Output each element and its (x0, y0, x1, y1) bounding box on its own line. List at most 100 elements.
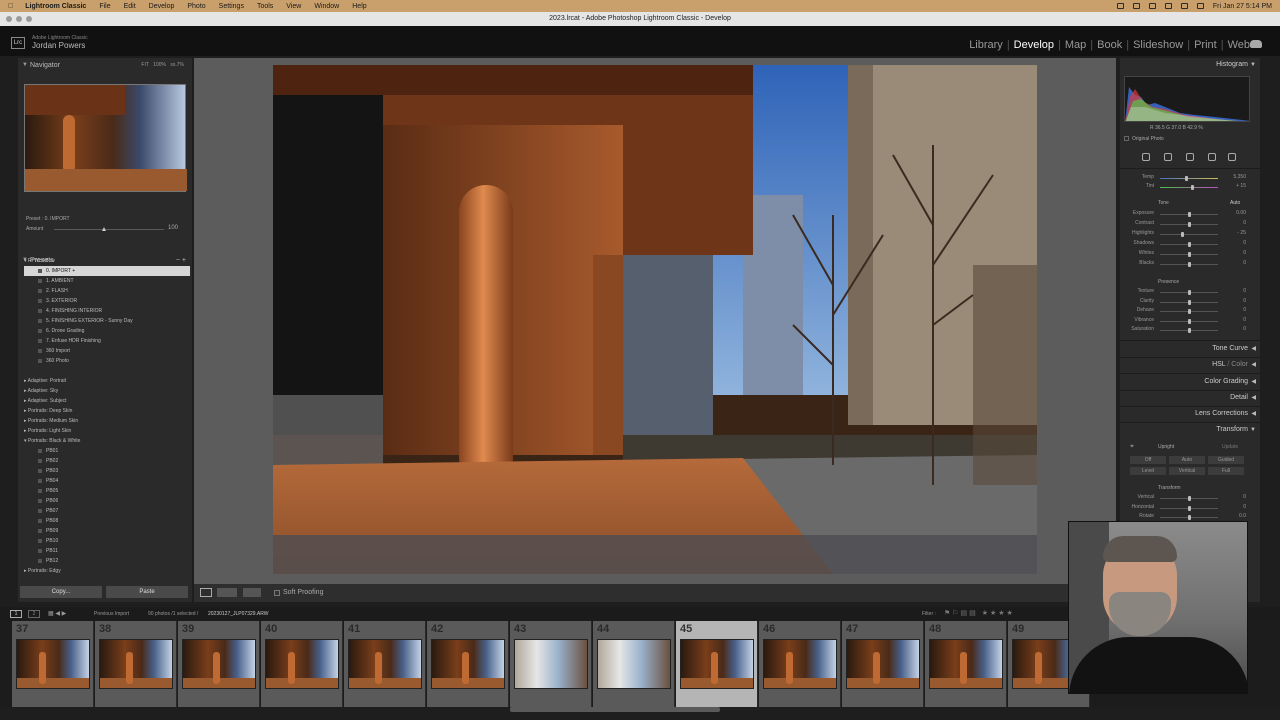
preset-item[interactable]: PB12 (24, 556, 190, 566)
preset-item[interactable]: 4. FINISHING INTERIOR (24, 306, 190, 316)
detail-header[interactable]: Detail ◀ (1120, 391, 1260, 405)
preset-group[interactable]: ▾ RI Workflow (24, 256, 190, 266)
before-after-icon[interactable] (217, 588, 237, 597)
filmstrip-thumbnail[interactable] (929, 639, 1003, 689)
preset-item[interactable]: PB04 (24, 476, 190, 486)
histogram-header[interactable]: Histogram ▼ (1120, 58, 1260, 72)
hsl-color-header[interactable]: HSL / Color ◀ (1120, 358, 1260, 372)
filmstrip-cell[interactable]: 38 (95, 621, 177, 707)
filter-flags-icon[interactable]: ⚑⚐▤▤ ★★★★ (944, 609, 1015, 617)
slider-knob[interactable] (1188, 328, 1191, 333)
filmstrip-thumbnail[interactable] (597, 639, 671, 689)
navigator-header[interactable]: ▼ Navigator FIT 100% ss.7% (18, 59, 192, 72)
preset-item[interactable]: 3. EXTERIOR (24, 296, 190, 306)
slider-value[interactable]: 0 (1226, 250, 1246, 256)
upright-guided-button[interactable]: Guided (1208, 456, 1244, 464)
preset-item[interactable]: PB01 (24, 446, 190, 456)
preset-item[interactable]: PB07 (24, 506, 190, 516)
paste-button[interactable]: Paste (106, 586, 188, 598)
guided-upright-icon[interactable]: ⌖ (1130, 443, 1134, 451)
filmstrip-source[interactable]: Previous Import (94, 611, 129, 617)
upright-vertical-button[interactable]: Vertical (1169, 467, 1205, 475)
filmstrip-thumbnail[interactable] (16, 639, 90, 689)
filmstrip-thumbnail[interactable] (431, 639, 505, 689)
minimize-window-button[interactable] (16, 16, 22, 22)
filmstrip-cell[interactable]: 44 (593, 621, 675, 707)
module-print[interactable]: Print (1190, 39, 1221, 51)
preset-item[interactable]: PB02 (24, 456, 190, 466)
original-photo-checkbox[interactable] (1124, 136, 1129, 141)
expand-triangle-icon[interactable]: ◀ (1251, 407, 1256, 421)
filmstrip-cell[interactable]: 39 (178, 621, 260, 707)
amount-slider-knob[interactable] (102, 227, 106, 231)
filmstrip-cell[interactable]: 47 (842, 621, 924, 707)
collapse-triangle-icon[interactable]: ▼ (1250, 423, 1256, 437)
control-center-icon[interactable] (1196, 3, 1204, 9)
tint-value[interactable]: + 15 (1226, 183, 1246, 189)
status-icon[interactable] (1116, 3, 1124, 9)
preset-item[interactable]: 0. IMPORT + (24, 266, 190, 276)
filmstrip-thumbnail[interactable] (846, 639, 920, 689)
zoom-window-button[interactable] (26, 16, 32, 22)
close-window-button[interactable] (6, 16, 12, 22)
filmstrip-cell[interactable]: 42 (427, 621, 509, 707)
menu-app[interactable]: Lightroom Classic (25, 3, 86, 10)
filmstrip-cell[interactable]: 40 (261, 621, 343, 707)
module-book[interactable]: Book (1093, 39, 1126, 51)
filmstrip-thumbnail[interactable] (99, 639, 173, 689)
preset-item[interactable]: 7. Enfuse HDR Finishing (24, 336, 190, 346)
adjustment-slider[interactable] (1160, 234, 1218, 235)
slider-value[interactable]: 0 (1226, 494, 1246, 500)
slider-value[interactable]: 0.0 (1226, 513, 1246, 519)
color-grading-header[interactable]: Color Grading ◀ (1120, 375, 1260, 389)
preset-group[interactable]: ▸ Adaptive: Subject (24, 396, 190, 406)
tint-slider[interactable] (1160, 187, 1218, 188)
navigator-preview[interactable] (24, 84, 187, 192)
filmstrip-cell[interactable]: 41 (344, 621, 426, 707)
preset-item[interactable]: PB10 (24, 536, 190, 546)
search-icon[interactable] (1180, 3, 1188, 9)
expand-triangle-icon[interactable]: ◀ (1251, 391, 1256, 405)
copy-button[interactable]: Copy... (20, 586, 102, 598)
menu-tools[interactable]: Tools (257, 3, 273, 10)
healing-icon[interactable] (1186, 153, 1194, 161)
filmstrip-thumbnail[interactable] (680, 639, 754, 689)
preset-group[interactable]: ▸ Portraits: Edgy (24, 566, 190, 576)
slider-knob[interactable] (1188, 212, 1191, 217)
histogram[interactable] (1124, 76, 1250, 122)
slider-knob[interactable] (1188, 299, 1191, 305)
soft-proofing-checkbox[interactable] (274, 590, 280, 596)
navigator-zoom-levels[interactable]: FIT 100% ss.7% (141, 59, 184, 72)
expand-triangle-icon[interactable]: ◀ (1251, 342, 1256, 356)
collapse-triangle-icon[interactable]: ▼ (22, 59, 28, 72)
upright-level-button[interactable]: Level (1130, 467, 1166, 475)
menu-window[interactable]: Window (314, 3, 339, 10)
filmstrip-cell[interactable]: 43 (510, 621, 592, 707)
filmstrip-thumbnail[interactable] (514, 639, 588, 689)
slider-knob[interactable] (1188, 290, 1191, 295)
upright-off-button[interactable]: Off (1130, 456, 1166, 464)
status-icon[interactable] (1132, 3, 1140, 9)
slider-knob[interactable] (1188, 505, 1191, 511)
expand-triangle-icon[interactable]: ◀ (1251, 375, 1256, 389)
preset-group[interactable]: ▸ Portraits: Medium Skin (24, 416, 190, 426)
preset-item[interactable]: 6. Drone Grading (24, 326, 190, 336)
filmstrip-cell[interactable]: 48 (925, 621, 1007, 707)
preset-group[interactable]: ▸ Adaptive: Sky (24, 386, 190, 396)
slider-value[interactable]: 0 (1226, 220, 1246, 226)
slider-value[interactable]: 0 (1226, 326, 1246, 332)
upright-auto-button[interactable]: Auto (1169, 456, 1205, 464)
preset-item[interactable]: PB11 (24, 546, 190, 556)
edit-tool-icon[interactable] (1142, 153, 1150, 161)
filmstrip-thumbnail[interactable] (348, 639, 422, 689)
menu-file[interactable]: File (99, 3, 110, 10)
preset-group[interactable]: ▾ Portraits: Black & White (24, 436, 190, 446)
preset-item[interactable]: PB05 (24, 486, 190, 496)
window-2-button[interactable]: 2 (28, 610, 40, 618)
tint-slider-knob[interactable] (1190, 185, 1194, 190)
preset-group[interactable]: ▸ Portraits: Deep Skin (24, 406, 190, 416)
slider-value[interactable]: 0 (1226, 288, 1246, 294)
preset-group[interactable]: ▸ Portraits: Light Skin (24, 426, 190, 436)
auto-button[interactable]: Auto (1230, 200, 1240, 206)
lens-corrections-header[interactable]: Lens Corrections ◀ (1120, 407, 1260, 421)
